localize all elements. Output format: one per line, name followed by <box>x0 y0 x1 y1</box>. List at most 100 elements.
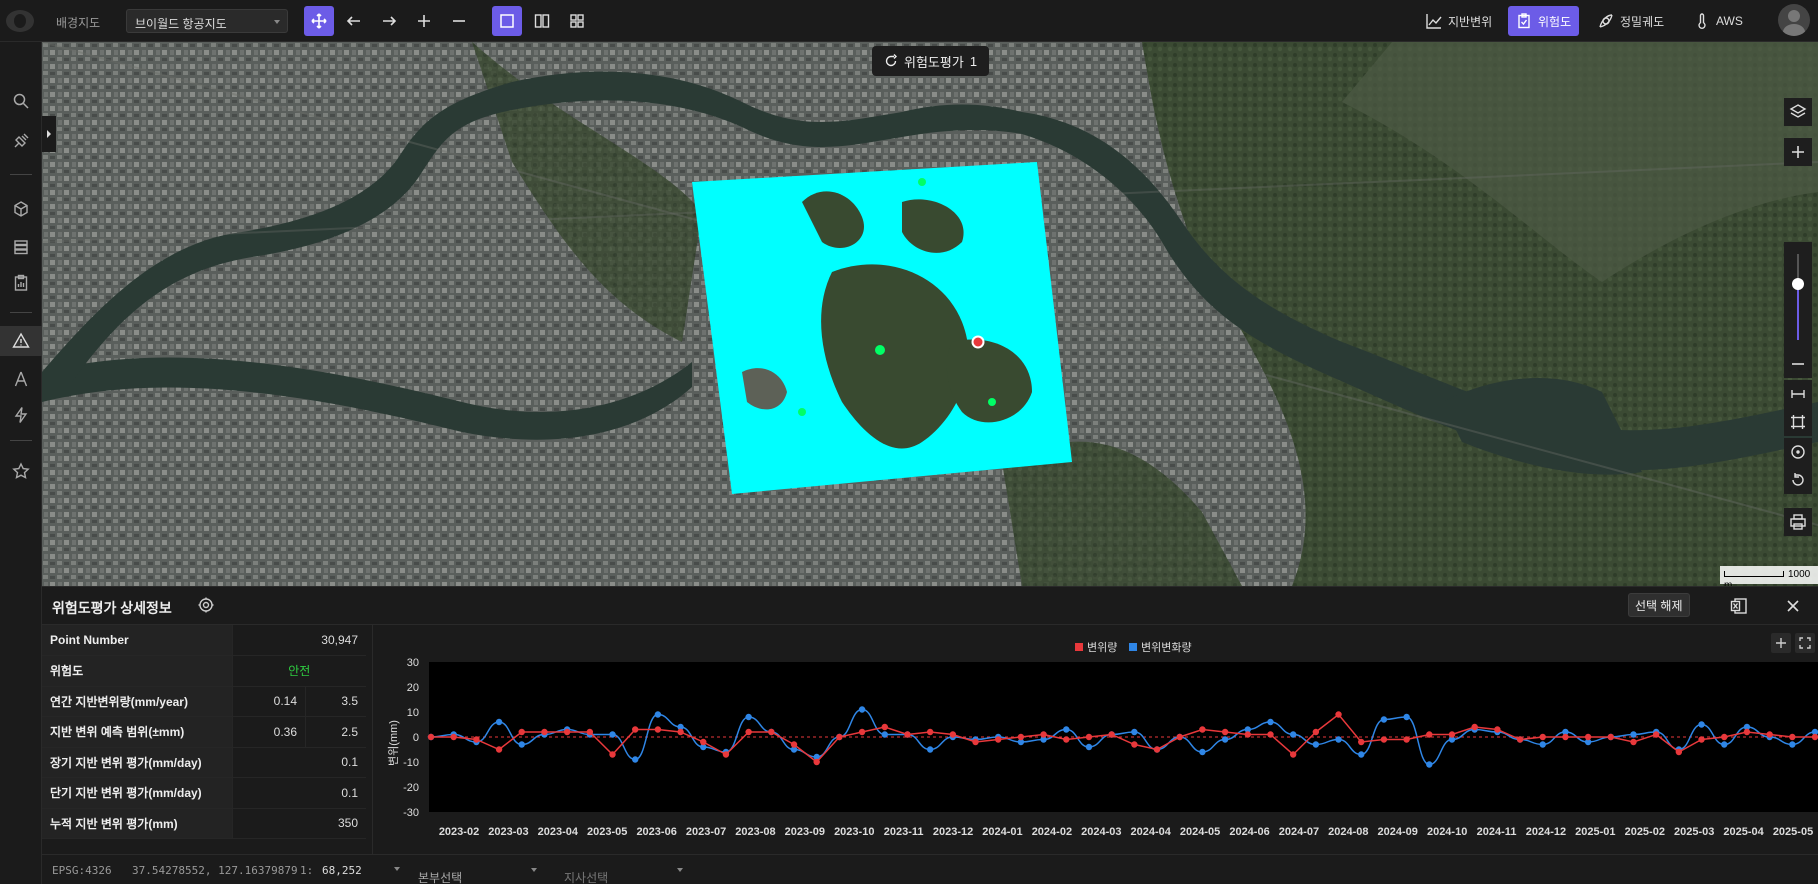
plus-icon <box>1776 638 1786 648</box>
data-point-displacement <box>427 733 435 741</box>
data-point-displacement <box>1426 731 1433 738</box>
sidebar-report-button[interactable] <box>6 268 36 298</box>
layers-button[interactable] <box>1784 98 1812 126</box>
table-row: Point Number 30,947 <box>42 625 366 656</box>
sidebar-alert-button[interactable] <box>6 400 36 430</box>
zoom-slider[interactable] <box>1784 242 1812 352</box>
sidebar-expand-button[interactable] <box>42 116 56 152</box>
warning-icon <box>12 332 30 348</box>
data-point-displacement <box>1085 733 1093 741</box>
app-logo <box>6 10 34 32</box>
row-label: 지반 변위 예측 범위(±mm) <box>42 716 232 748</box>
data-point-displacement <box>790 741 798 748</box>
chevron-down-icon[interactable] <box>394 867 400 871</box>
data-point-rate <box>926 746 934 753</box>
zoom-out-tool-button[interactable] <box>444 6 474 36</box>
sidebar-3d-button[interactable] <box>6 194 36 224</box>
data-point-displacement <box>1358 738 1365 746</box>
measure-area-button[interactable] <box>1784 408 1812 436</box>
data-point-displacement <box>1108 731 1115 738</box>
data-point-displacement <box>1403 736 1410 743</box>
x-tick-label: 2024-08 <box>1328 826 1368 838</box>
chart-fullscreen-button[interactable] <box>1795 633 1815 653</box>
quad-view-button[interactable] <box>562 6 592 36</box>
panel-title: 위험도평가 상세정보 <box>52 600 172 616</box>
export-excel-button[interactable] <box>1728 595 1750 617</box>
chevron-down-icon <box>531 868 537 872</box>
four-pane-icon <box>570 14 584 28</box>
print-button[interactable] <box>1784 508 1812 536</box>
row-value: 3.5 <box>305 686 366 717</box>
basemap-select[interactable]: 브이월드 항공지도 <box>126 9 288 33</box>
x-tick-label: 2023-06 <box>636 826 676 838</box>
circle-icon <box>1791 445 1805 459</box>
split-view-button[interactable] <box>527 6 557 36</box>
zoom-out-button[interactable] <box>1784 350 1812 378</box>
measure-distance-button[interactable] <box>1784 380 1812 408</box>
branch-select[interactable]: 지사선택 <box>560 860 690 884</box>
risk-detail-panel: 위험도평가 상세정보 선택 해제 Point Number 30,947 위험도… <box>42 586 1818 855</box>
zoom-slider-handle[interactable] <box>1792 278 1804 290</box>
data-point-displacement <box>586 728 594 736</box>
sidebar-risk-button[interactable] <box>0 326 42 356</box>
sidebar-favorites-button[interactable] <box>6 456 36 486</box>
row-value: 0.14 <box>231 686 306 717</box>
status-bar: EPSG:4326 37.54278552, 127.16379879 1: 6… <box>42 854 1818 884</box>
table-row: 지반 변위 예측 범위(±mm) 0.36 2.5 <box>42 716 366 748</box>
sidebar-divider <box>10 312 32 313</box>
data-point-displacement <box>541 728 548 736</box>
department-select[interactable]: 본부선택 <box>414 860 544 884</box>
data-point-displacement <box>631 726 639 733</box>
data-point-displacement <box>768 728 775 736</box>
data-point-displacement <box>836 733 843 741</box>
orbit-mode-button[interactable]: 정밀궤도 <box>1590 6 1672 36</box>
x-tick-label: 2023-11 <box>884 826 924 838</box>
data-point-rate <box>1630 731 1637 738</box>
risk-mode-button[interactable]: 위험도 <box>1508 6 1580 36</box>
sidebar-satellite-button[interactable] <box>6 126 36 156</box>
x-tick-label: 2024-07 <box>1279 826 1319 838</box>
star-icon <box>12 462 30 479</box>
data-point-displacement <box>972 738 979 746</box>
risk-eval-chip[interactable]: 위험도평가 1 <box>872 46 990 76</box>
row-label: 단기 지반 변위 평가(mm/day) <box>42 777 232 809</box>
legend-swatch-rate <box>1129 643 1137 651</box>
deselect-button[interactable]: 선택 해제 <box>1628 593 1690 617</box>
data-point-rate <box>1698 721 1705 728</box>
aws-mode-button[interactable]: AWS <box>1686 6 1751 36</box>
data-point-rate <box>1063 726 1070 733</box>
sidebar-data-button[interactable] <box>6 232 36 262</box>
x-tick-label: 2025-04 <box>1723 826 1764 838</box>
measure-radius-button[interactable] <box>1784 438 1812 466</box>
data-point-displacement <box>1698 736 1705 743</box>
map-scale-bar: 1000 m <box>1720 566 1818 586</box>
data-point-displacement <box>609 751 616 758</box>
displacement-mode-button[interactable]: 지반변위 <box>1418 6 1500 36</box>
reset-measure-button[interactable] <box>1784 466 1812 494</box>
displacement-mode-label: 지반변위 <box>1448 14 1493 29</box>
close-icon <box>1787 600 1799 612</box>
sidebar-search-button[interactable] <box>6 86 36 116</box>
chart-add-button[interactable] <box>1771 633 1791 653</box>
row-value: 350 <box>231 808 366 839</box>
user-avatar[interactable] <box>1778 4 1810 36</box>
back-button[interactable] <box>339 6 369 36</box>
data-point-rate <box>1358 751 1365 758</box>
x-tick-label: 2023-12 <box>933 826 973 838</box>
map-view[interactable]: 위험도평가 1 1000 m <box>42 42 1818 586</box>
aerial-imagery <box>42 42 1818 586</box>
pan-tool-button[interactable] <box>304 6 334 36</box>
settings-icon[interactable] <box>198 597 214 616</box>
data-point-rate <box>1380 716 1388 723</box>
data-point-rate <box>654 711 662 718</box>
forward-button[interactable] <box>374 6 404 36</box>
sidebar-survey-button[interactable] <box>6 364 36 394</box>
single-view-button[interactable] <box>492 6 522 36</box>
x-tick-label: 2025-02 <box>1625 826 1665 838</box>
row-label: 연간 지반변위량(mm/year) <box>42 686 232 717</box>
close-panel-button[interactable] <box>1782 595 1804 617</box>
satellite-icon <box>1599 14 1613 28</box>
zoom-in-tool-button[interactable] <box>409 6 439 36</box>
zoom-in-button[interactable] <box>1784 138 1812 166</box>
data-point-rate <box>609 731 616 738</box>
